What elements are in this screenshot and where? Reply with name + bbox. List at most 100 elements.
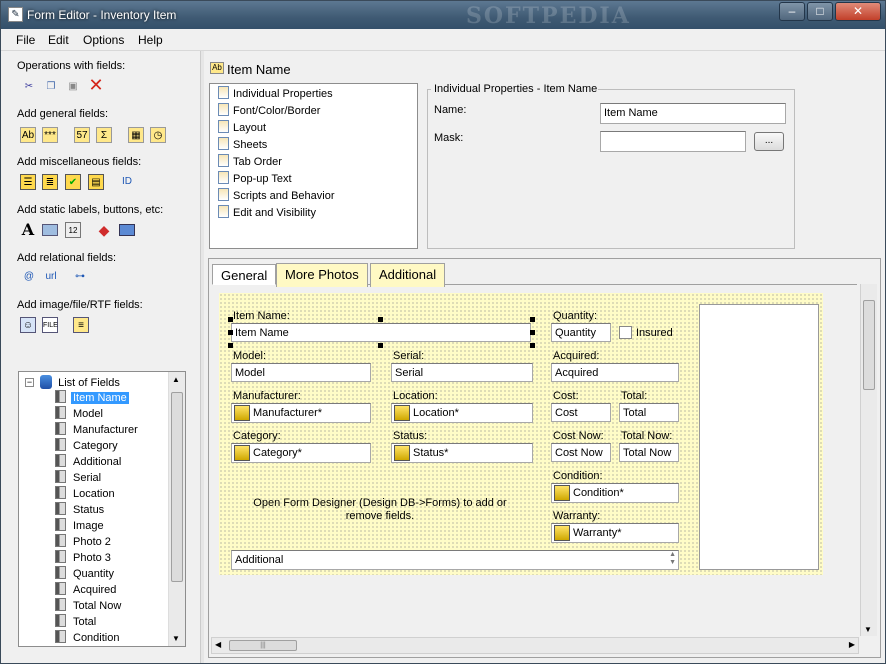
form-hscroll-thumb[interactable]: ||| (229, 640, 297, 651)
property-category-item[interactable]: Tab Order (218, 154, 282, 170)
counter-icon[interactable]: 12 (65, 222, 81, 238)
tree-item[interactable]: Condition (55, 630, 121, 646)
form-hscroll[interactable]: ◀ ||| ▶ (211, 637, 859, 654)
paste-icon[interactable]: ▣ (65, 79, 81, 95)
tree-item[interactable]: Serial (55, 470, 103, 486)
additional-memo-field[interactable]: Additional ▲ ▼ (231, 550, 679, 570)
tree-item[interactable]: Additional (55, 454, 123, 470)
form-designer-surface[interactable]: Item Name: Item Name Model: Model Serial… (219, 293, 823, 575)
resize-handle[interactable] (530, 343, 535, 348)
property-category-item[interactable]: Sheets (218, 137, 267, 153)
mask-input[interactable] (600, 131, 746, 152)
tree-item[interactable]: Photo 2 (55, 534, 113, 550)
date-field-icon[interactable]: ▦ (128, 127, 144, 143)
scroll-left-icon[interactable]: ◀ (215, 640, 221, 649)
tab-additional[interactable]: Additional (370, 263, 446, 287)
panel-splitter[interactable] (200, 51, 204, 663)
resize-handle[interactable] (378, 343, 383, 348)
text-field-icon[interactable]: Ab (20, 127, 36, 143)
maximize-button[interactable]: □ (807, 2, 833, 21)
manufacturer-field[interactable]: Manufacturer* (231, 403, 371, 423)
copy-icon[interactable]: ❐ (43, 79, 59, 95)
resize-handle[interactable] (228, 317, 233, 322)
quantity-field[interactable]: Quantity (551, 323, 611, 342)
property-category-item[interactable]: Font/Color/Border (218, 103, 320, 119)
tree-item[interactable]: Model (55, 406, 105, 422)
total-now-field[interactable]: Total Now (619, 443, 679, 462)
number-field-icon[interactable]: 57 (74, 127, 90, 143)
status-field[interactable]: Status* (391, 443, 533, 463)
box-icon[interactable] (42, 224, 58, 236)
resize-handle[interactable] (228, 343, 233, 348)
menu-options[interactable]: Options (83, 33, 124, 47)
time-field-icon[interactable]: ◷ (150, 127, 166, 143)
resize-handle[interactable] (530, 330, 535, 335)
cost-field[interactable]: Cost (551, 403, 611, 422)
property-category-item[interactable]: Individual Properties (218, 86, 333, 102)
cost-now-field[interactable]: Cost Now (551, 443, 611, 462)
property-category-item[interactable]: Layout (218, 120, 266, 136)
close-button[interactable]: ✕ (835, 2, 881, 21)
resize-handle[interactable] (530, 317, 535, 322)
sum-field-icon[interactable]: Σ (96, 127, 112, 143)
category-field[interactable]: Category* (231, 443, 371, 463)
tree-icon[interactable]: ⊶ (72, 269, 88, 285)
tree-item[interactable]: Photo 3 (55, 550, 113, 566)
picture-field-icon[interactable]: ☺ (20, 317, 36, 333)
tree-item[interactable]: Quantity (55, 566, 116, 582)
tree-item[interactable]: Acquired (55, 582, 118, 598)
resize-handle[interactable] (378, 317, 383, 322)
form-vscroll-thumb[interactable] (863, 300, 875, 390)
property-category-item[interactable]: Scripts and Behavior (218, 188, 335, 204)
resize-handle[interactable] (228, 330, 233, 335)
serial-field[interactable]: Serial (391, 363, 533, 382)
tree-item[interactable]: Total (55, 614, 98, 630)
property-category-list[interactable]: Individual Properties Font/Color/Border La… (209, 83, 418, 249)
mask-browse-button[interactable]: ... (754, 132, 784, 151)
menu-help[interactable]: Help (138, 33, 163, 47)
form-scroll-down-icon[interactable]: ▼ (864, 625, 872, 634)
checkbox-field-icon[interactable]: ✔ (65, 174, 81, 190)
list-field-icon[interactable]: ☰ (20, 174, 36, 190)
warranty-field[interactable]: Warranty* (551, 523, 679, 543)
memo-field-icon[interactable]: ≣ (42, 174, 58, 190)
tree-scroll-thumb[interactable] (171, 392, 183, 582)
tree-item[interactable]: Manufacturer (55, 422, 140, 438)
location-field[interactable]: Location* (391, 403, 533, 423)
rtf-field-icon[interactable]: ≡ (73, 317, 89, 333)
password-field-icon[interactable]: *** (42, 127, 58, 143)
tree-item[interactable]: Location (55, 486, 117, 502)
model-field[interactable]: Model (231, 363, 371, 382)
total-field[interactable]: Total (619, 403, 679, 422)
scissors-icon[interactable]: ✂ (21, 79, 37, 95)
tree-item[interactable]: Image (55, 518, 106, 534)
tab-general[interactable]: General (212, 264, 277, 285)
minimize-button[interactable]: – (779, 2, 805, 21)
tree-item[interactable]: Status (55, 502, 106, 518)
image-box[interactable] (699, 304, 819, 570)
property-category-item[interactable]: Pop-up Text (218, 171, 292, 187)
file-field-icon[interactable]: FILE (42, 317, 58, 333)
tree-item[interactable]: Item Name (55, 390, 129, 406)
table-field-icon[interactable]: ▤ (88, 174, 104, 190)
id-field-icon[interactable]: ID (119, 174, 135, 190)
property-category-item[interactable]: Edit and Visibility (218, 205, 316, 221)
tree-item[interactable]: Total Now (55, 598, 123, 614)
button-icon[interactable]: ◆ (96, 222, 112, 238)
memo-scroll-icon[interactable]: ▲ ▼ (669, 551, 676, 567)
form-vscroll[interactable]: ▼ (860, 284, 877, 636)
title-bar[interactable]: ✎ Form Editor - Inventory Item SOFTPEDIA… (1, 1, 885, 29)
tree-root[interactable]: − List of Fields (25, 375, 120, 389)
delete-icon[interactable]: ✕ (88, 76, 104, 94)
collapse-icon[interactable]: − (25, 378, 34, 387)
acquired-field[interactable]: Acquired (551, 363, 679, 382)
fields-tree[interactable]: − List of Fields Item Name Model Manufactu… (18, 371, 186, 647)
email-icon[interactable]: @ (21, 269, 37, 285)
image-icon[interactable] (119, 224, 135, 236)
url-icon[interactable]: url (43, 269, 59, 285)
menu-file[interactable]: File (16, 33, 35, 47)
scroll-up-icon[interactable]: ▲ (172, 375, 180, 384)
name-input[interactable]: Item Name (600, 103, 786, 124)
label-icon[interactable]: A (20, 222, 36, 238)
menu-edit[interactable]: Edit (48, 33, 69, 47)
